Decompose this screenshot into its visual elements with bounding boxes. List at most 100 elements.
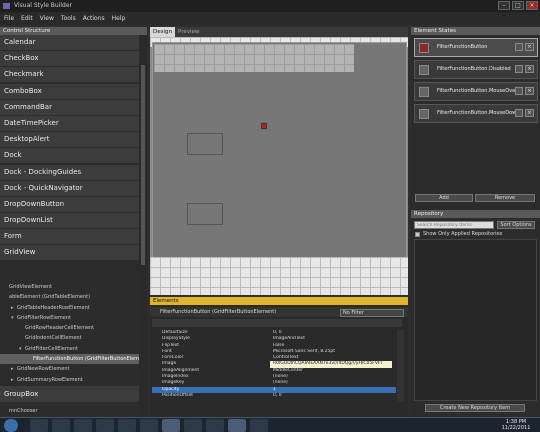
tab-preview[interactable]: Preview: [175, 27, 202, 37]
close-button[interactable]: ×: [526, 1, 538, 10]
element-states-header: Element States: [411, 27, 540, 35]
window-title: Visual Style Builder: [14, 2, 73, 9]
property-grid: DefaultSize 0, 0 DisplayStyle ImageAndText F…: [152, 330, 396, 399]
property-value[interactable]: 0, 0: [270, 393, 392, 399]
state-dropdown-icon[interactable]: [515, 43, 523, 51]
scroll-thumb[interactable]: [141, 65, 145, 265]
tree-node[interactable]: ▸ GridSummaryRowElement: [0, 375, 139, 385]
menu-help[interactable]: Help: [112, 12, 126, 25]
taskbar-app-icon[interactable]: [140, 419, 158, 432]
minimize-button[interactable]: –: [498, 1, 510, 10]
taskbar-app-icon[interactable]: [250, 419, 268, 432]
clock-date: 11/22/2011: [501, 425, 531, 431]
left-scrollbar[interactable]: [139, 35, 147, 415]
tree-node-label: GridFilterCellElement: [25, 345, 78, 352]
tree-node[interactable]: FilterFunctionButton (GridFilterButtonEl…: [0, 354, 139, 365]
tree-node[interactable]: GridRowHeaderCellElement: [0, 323, 139, 333]
control-item[interactable]: DateTimePicker: [0, 115, 139, 131]
control-item[interactable]: CommandBar: [0, 99, 139, 115]
state-dropdown-icon[interactable]: [515, 109, 523, 117]
start-button[interactable]: [4, 419, 18, 432]
tree-node-label: GridIndentCellElement: [25, 335, 82, 342]
repository-header: Repository: [411, 210, 540, 218]
menu-view[interactable]: View: [40, 12, 54, 25]
tree-node[interactable]: ▸ GridNewRowElement: [0, 364, 139, 374]
filter-state-icon: [419, 87, 429, 97]
property-toolbar: [152, 319, 402, 327]
preview-cell-box: [187, 203, 223, 225]
taskbar-app-icon[interactable]: [184, 419, 202, 432]
taskbar-app-icon[interactable]: [118, 419, 136, 432]
taskbar-app-icon[interactable]: [96, 419, 114, 432]
state-remove-icon[interactable]: ×: [525, 65, 534, 73]
tree-node[interactable]: ▾ GridFilterCellElement: [0, 344, 139, 354]
control-item[interactable]: ComboBox: [0, 83, 139, 99]
tree-node[interactable]: GridIndentCellElement: [0, 333, 139, 343]
state-dropdown-icon[interactable]: [515, 65, 523, 73]
control-item[interactable]: DesktopAlert: [0, 132, 139, 148]
taskbar-app-icon[interactable]: [74, 419, 92, 432]
taskbar-app-icon[interactable]: [228, 419, 246, 432]
taskbar-app-icon[interactable]: [30, 419, 48, 432]
control-item-gridview[interactable]: GridView: [0, 245, 139, 261]
state-remove-icon[interactable]: ×: [525, 109, 534, 117]
state-item-mouseover[interactable]: FilterFunctionButton.MouseOver ×: [414, 82, 538, 101]
create-repository-button[interactable]: Create New Repository Item: [425, 404, 525, 412]
tree-node[interactable]: GridViewElement: [0, 282, 139, 292]
gridview-preview[interactable]: [152, 42, 407, 287]
tree-node-label: GridViewElement: [9, 284, 53, 290]
tree-node-label: FilterFunctionButton (GridFilterButtonEl…: [33, 356, 139, 363]
tree-node-label: GridSummaryRowElement: [17, 376, 83, 383]
tree-node[interactable]: ▾ GridFilterRowElement: [0, 313, 139, 323]
control-item[interactable]: Calendar: [0, 35, 139, 50]
control-item-groupbox[interactable]: GroupBox: [0, 386, 139, 402]
elements-panel: Elements FilterFunctionButton (GridFilte…: [150, 297, 408, 417]
filter-state-icon: [419, 65, 429, 75]
design-canvas[interactable]: [150, 37, 408, 295]
control-item[interactable]: Dock - DockingGuides: [0, 164, 139, 180]
repository-list[interactable]: [414, 239, 537, 401]
state-remove-icon[interactable]: ×: [525, 43, 534, 51]
clock: 1:38 PM 11/22/2011: [498, 419, 534, 431]
taskbar-app-icon[interactable]: [206, 419, 224, 432]
property-name: PositionOffset: [162, 392, 194, 398]
menu-edit[interactable]: Edit: [21, 12, 33, 25]
menu-actions[interactable]: Actions: [83, 12, 105, 25]
canvas-grid-bottom: [150, 257, 408, 295]
taskbar-app-icon[interactable]: [52, 419, 70, 432]
control-item[interactable]: CheckBox: [0, 51, 139, 67]
show-only-applied-checkbox[interactable]: [415, 232, 420, 237]
taskbar-app-icon[interactable]: [162, 419, 180, 432]
elements-header: Elements: [150, 297, 408, 305]
preview-cell-box: [187, 133, 223, 155]
state-remove-icon[interactable]: ×: [525, 87, 534, 95]
sort-options-button[interactable]: Sort Options: [497, 221, 535, 229]
state-item-mousedown[interactable]: FilterFunctionButton.MouseDown ×: [414, 104, 538, 123]
tree-node[interactable]: mnChooser: [0, 406, 139, 416]
state-item-disabled[interactable]: FilterFunctionButton.Disabled ×: [414, 60, 538, 79]
add-state-button[interactable]: Add: [415, 194, 473, 202]
control-item[interactable]: Checkmark: [0, 67, 139, 83]
repository-search-input[interactable]: [414, 221, 494, 229]
control-item[interactable]: Dock: [0, 148, 139, 164]
tree-node[interactable]: ▸ GridTableHeaderRowElement: [0, 303, 139, 313]
menu-file[interactable]: File: [4, 12, 14, 25]
menu-tools[interactable]: Tools: [61, 12, 76, 25]
remove-state-button[interactable]: Remove: [475, 194, 535, 202]
tree-node-label: mnChooser: [9, 407, 38, 414]
control-item[interactable]: Dock - QuickNavigator: [0, 180, 139, 196]
filter-function-button-preview[interactable]: [261, 123, 267, 129]
tab-design[interactable]: Design: [150, 27, 175, 37]
state-label: FilterFunctionButton.MouseOver: [437, 88, 518, 94]
filter-dropdown[interactable]: No Filter: [340, 309, 404, 317]
state-dropdown-icon[interactable]: [515, 87, 523, 95]
element-states-panel: Element States FilterFunctionButton × Fi…: [411, 27, 540, 417]
control-item[interactable]: DropDownButton: [0, 196, 139, 212]
property-row[interactable]: PositionOffset 0, 0: [152, 393, 396, 399]
tree-node[interactable]: ableElement (GridTableElement): [0, 292, 139, 302]
maximize-button[interactable]: □: [512, 1, 524, 10]
control-item[interactable]: Form: [0, 229, 139, 245]
control-item[interactable]: DropDownList: [0, 213, 139, 229]
state-item-normal[interactable]: FilterFunctionButton ×: [414, 38, 538, 57]
property-scrollbar[interactable]: [397, 329, 404, 401]
